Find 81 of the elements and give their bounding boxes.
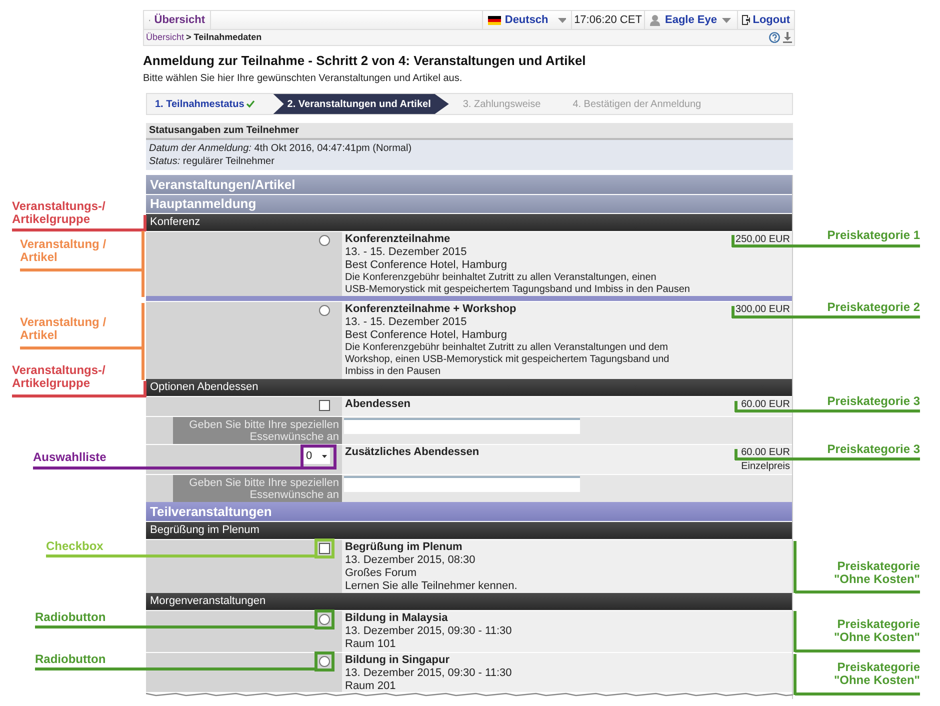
- item-detail: 13. - 15. Dezember 2015: [345, 246, 468, 259]
- section-header: Hauptanmeldung: [146, 195, 792, 214]
- item-detail: Lernen Sie alle Teilnehmer kennen.: [345, 580, 518, 593]
- callout-label: Veranstaltung / Artikel: [20, 238, 106, 264]
- item-detail: Großes Forum: [345, 567, 418, 580]
- item-detail: Best Conference Hotel, Hamburg: [345, 259, 508, 272]
- item-detail: Best Conference Hotel, Hamburg: [345, 329, 508, 342]
- status-line: Datum der Anmeldung: 4th Okt 2016, 04:47:41pm (Normal): [149, 142, 413, 155]
- caret-icon: [322, 454, 327, 458]
- price: 60.00 EUR: [741, 398, 790, 412]
- language-select[interactable]: Deutsch: [482, 11, 571, 29]
- item-title: Begrüßung im Plenum: [345, 541, 464, 554]
- item-title: Bildung in Singapur: [345, 654, 450, 667]
- callout-label: Auswahlliste: [33, 451, 106, 464]
- item-title: Zusätzliches Abendessen: [345, 446, 480, 459]
- checkbox[interactable]: [319, 543, 330, 554]
- item-detail: Raum 101: [345, 638, 397, 651]
- callout-label: Preiskategorie 3: [827, 443, 920, 456]
- callout-label: Preiskategorie "Ohne Kosten": [834, 618, 920, 644]
- user-menu[interactable]: Eagle Eye: [644, 11, 737, 29]
- user-icon: [650, 14, 660, 26]
- breadcrumb-link[interactable]: Übersicht: [146, 30, 184, 44]
- caret-icon: [558, 18, 566, 22]
- help-icon[interactable]: [769, 32, 780, 43]
- input-field[interactable]: [344, 418, 580, 434]
- item-detail: 13. Dezember 2015, 09:30 - 11:30: [345, 625, 513, 638]
- group-header: Morgenveranstaltungen: [146, 593, 792, 610]
- flag-icon: [488, 16, 501, 24]
- item-detail: 13. Dezember 2015, 08:30: [345, 554, 476, 567]
- clock-text: 17:06:20 CET: [571, 11, 644, 29]
- download-icon[interactable]: [783, 32, 792, 43]
- logout-button[interactable]: Logout: [737, 11, 794, 29]
- status-box-title: Statusangaben zum Teilnehmer: [146, 123, 793, 140]
- callout-label: Checkbox: [46, 540, 104, 553]
- logout-icon: [742, 15, 750, 25]
- item-title: Konferenzteilnahme: [345, 233, 452, 246]
- callout-label: Preiskategorie 2: [827, 301, 920, 314]
- wizard-step[interactable]: 2. Veranstaltungen und Artikel: [273, 94, 449, 114]
- radio-button[interactable]: [319, 656, 330, 667]
- radio-button[interactable]: [319, 305, 330, 316]
- price: 60.00 EUR: [741, 446, 790, 460]
- price: 250,00 EUR: [736, 233, 790, 247]
- item-title: Abendessen: [345, 398, 412, 411]
- input-field[interactable]: [344, 476, 580, 492]
- callout-label: Radiobutton: [35, 653, 106, 666]
- wizard-step[interactable]: 1. Teilnahmestatus: [147, 94, 274, 114]
- callout-label: Veranstaltungs-/ Artikelgruppe: [12, 364, 106, 390]
- section-header: Teilveranstaltungen: [146, 502, 792, 522]
- item-title: Konferenzteilnahme + Workshop: [345, 303, 518, 316]
- price: 300,00 EUR: [736, 303, 790, 317]
- group-header: Konferenz: [146, 214, 792, 231]
- item-detail: Raum 201: [345, 680, 397, 693]
- field-label: Geben Sie bitte Ihre speziellen Essenwünsche an: [173, 417, 342, 444]
- item-description: Die Konferenzgebühr beinhaltet Zutritt zu allen Veranstaltungen und dem Workshop, einen USB-Memorystick mit gespeichertem Tagungsband und Imbiss in den Pausen: [345, 342, 670, 378]
- callout-label: Preiskategorie 3: [827, 395, 920, 408]
- radio-button[interactable]: [319, 614, 330, 625]
- group-header: Optionen Abendessen: [146, 379, 792, 396]
- callout-label: Preiskategorie "Ohne Kosten": [834, 661, 920, 687]
- status-line: Status: regulärer Teilnehmer: [149, 155, 276, 168]
- item-detail: 13. Dezember 2015, 09:30 - 11:30: [345, 667, 513, 680]
- callout-label: Preiskategorie "Ohne Kosten": [834, 560, 920, 586]
- item-detail: 13. - 15. Dezember 2015: [345, 316, 468, 329]
- field-label: Geben Sie bitte Ihre speziellen Essenwünsche an: [173, 475, 342, 502]
- callout-label: Veranstaltung / Artikel: [20, 316, 106, 342]
- back-link[interactable]: Übersicht: [144, 11, 211, 29]
- callout-label: Preiskategorie 1: [827, 229, 920, 242]
- check-icon: [246, 100, 256, 108]
- callout-label: Veranstaltungs-/ Artikelgruppe: [12, 200, 106, 226]
- caret-icon: [722, 18, 731, 22]
- breadcrumb-current: > Teilnahmedaten: [186, 30, 262, 44]
- checkbox[interactable]: [319, 400, 330, 411]
- item-description: Die Konferenzgebühr beinhaltet Zutritt zu allen Veranstaltungen, einen USB-Memorystick mit gespeichertem Tagungsband und Imbiss in den Pausen: [345, 272, 691, 296]
- radio-button[interactable]: [319, 235, 330, 246]
- callout-label: Radiobutton: [35, 611, 106, 624]
- group-header: Begrüßung im Plenum: [146, 522, 792, 539]
- section-header: Veranstaltungen/Artikel: [146, 175, 792, 195]
- page-title: Anmeldung zur Teilnahme - Schritt 2 von 4: Veranstaltungen und Artikel: [143, 53, 587, 69]
- quantity-select[interactable]: 0: [303, 448, 330, 464]
- item-title: Bildung in Malaysia: [345, 612, 449, 625]
- page-subtitle: Bitte wählen Sie hier Ihre gewünschten Veranstaltungen und Artikel aus.: [143, 73, 464, 85]
- price-note: Einzelpreis: [741, 460, 790, 474]
